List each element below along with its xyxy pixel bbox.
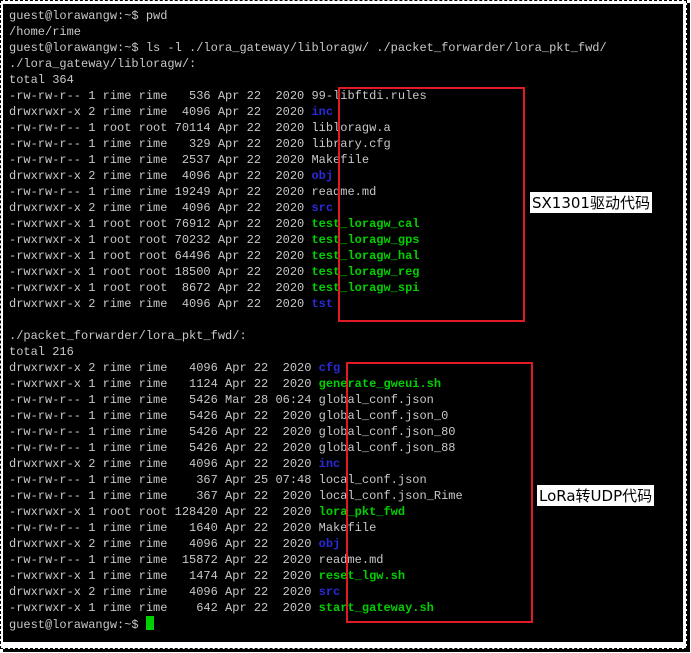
- file-meta: -rw-rw-r-- 1 rime rime 329 Apr 22 2020: [9, 137, 312, 151]
- directory-name: src: [318, 585, 341, 599]
- terminal-line: total 216: [9, 344, 74, 360]
- listing-row: drwxrwxr-x 2 rime rime 4096 Apr 22 2020 …: [9, 456, 340, 472]
- line-text: guest@lorawangw:~$ pwd: [9, 9, 168, 23]
- listing-row: drwxrwxr-x 2 rime rime 4096 Apr 22 2020 …: [9, 200, 333, 216]
- file-meta: -rwxrwxr-x 1 root root 18500 Apr 22 2020: [9, 265, 312, 279]
- libloragw-annotation-label: SX1301驱动代码: [530, 192, 652, 213]
- file-meta: -rw-rw-r-- 1 root root 70114 Apr 22 2020: [9, 121, 312, 135]
- file-meta: -rw-rw-r-- 1 rime rime 5426 Mar 28 06:24: [9, 393, 319, 407]
- directory-name: obj: [318, 537, 341, 551]
- terminal-line: guest@lorawangw:~$ ls -l ./lora_gateway/…: [9, 40, 607, 56]
- listing-row: drwxrwxr-x 2 rime rime 4096 Apr 22 2020 …: [9, 584, 340, 600]
- line-text: /home/rime: [9, 25, 82, 39]
- terminal-line: ./lora_gateway/libloragw/:: [9, 56, 196, 72]
- file-meta: -rwxrwxr-x 1 root root 8672 Apr 22 2020: [9, 281, 312, 295]
- listing-row: drwxrwxr-x 2 rime rime 4096 Apr 22 2020 …: [9, 168, 333, 184]
- pkt-fwd-annotation-box: [346, 362, 533, 623]
- terminal-line: guest@lorawangw:~$ pwd: [9, 8, 167, 24]
- file-meta: -rw-rw-r-- 1 rime rime 2537 Apr 22 2020: [9, 153, 312, 167]
- file-meta: -rwxrwxr-x 1 root root 70232 Apr 22 2020: [9, 233, 312, 247]
- screenshot-frame: guest@lorawangw:~$ pwd/home/rime guest@lo…: [0, 0, 687, 649]
- line-text: guest@lorawangw:~$ ls -l ./lora_gateway/…: [9, 41, 607, 55]
- file-meta: -rwxrwxr-x 1 rime rime 1474 Apr 22 2020: [9, 569, 319, 583]
- listing-row: -rw-rw-r-- 1 rime rime 15872 Apr 22 2020…: [9, 552, 383, 568]
- listing-row: drwxrwxr-x 2 rime rime 4096 Apr 22 2020 …: [9, 104, 333, 120]
- directory-name: obj: [311, 169, 334, 183]
- file-meta: drwxrwxr-x 2 rime rime 4096 Apr 22 2020: [9, 297, 312, 311]
- directory-name: inc: [318, 457, 341, 471]
- listing-row: -rw-rw-r-- 1 rime rime 1640 Apr 22 2020 …: [9, 520, 376, 536]
- line-text: total 216: [9, 345, 74, 359]
- file-meta: -rw-rw-r-- 1 rime rime 19249 Apr 22 2020: [9, 185, 312, 199]
- listing-row: drwxrwxr-x 2 rime rime 4096 Apr 22 2020 …: [9, 296, 333, 312]
- file-meta: drwxrwxr-x 2 rime rime 4096 Apr 22 2020: [9, 585, 319, 599]
- file-meta: -rw-rw-r-- 1 rime rime 1640 Apr 22 2020: [9, 521, 319, 535]
- file-meta: -rw-rw-r-- 1 rime rime 367 Apr 25 07:48: [9, 473, 319, 487]
- directory-name: inc: [311, 105, 334, 119]
- file-meta: drwxrwxr-x 2 rime rime 4096 Apr 22 2020: [9, 105, 312, 119]
- line-text: ./packet_forwarder/lora_pkt_fwd/:: [9, 329, 247, 343]
- file-meta: -rwxrwxr-x 1 root root 64496 Apr 22 2020: [9, 249, 312, 263]
- listing-row: -rw-rw-r-- 1 rime rime 329 Apr 22 2020 l…: [9, 136, 391, 152]
- terminal-line: total 364: [9, 72, 74, 88]
- file-meta: -rw-rw-r-- 1 rime rime 367 Apr 22 2020: [9, 489, 319, 503]
- file-meta: -rw-rw-r-- 1 rime rime 15872 Apr 22 2020: [9, 553, 319, 567]
- file-meta: -rw-rw-r-- 1 rime rime 5426 Apr 22 2020: [9, 409, 319, 423]
- line-text: ./lora_gateway/libloragw/:: [9, 57, 197, 71]
- line-text: guest@lorawangw:~$: [9, 618, 146, 632]
- prompt-line: guest@lorawangw:~$: [9, 616, 154, 632]
- listing-row: -rw-rw-r-- 1 rime rime 2537 Apr 22 2020 …: [9, 152, 369, 168]
- directory-name: cfg: [318, 361, 341, 375]
- listing-row: drwxrwxr-x 2 rime rime 4096 Apr 22 2020 …: [9, 360, 340, 376]
- pkt-fwd-annotation-label: LoRa转UDP代码: [537, 485, 655, 506]
- file-meta: -rwxrwxr-x 1 root root 128420 Apr 22 202…: [9, 505, 319, 519]
- file-meta: drwxrwxr-x 2 rime rime 4096 Apr 22 2020: [9, 361, 319, 375]
- terminal-line: /home/rime: [9, 24, 81, 40]
- file-meta: -rw-rw-r-- 1 rime rime 5426 Apr 22 2020: [9, 425, 319, 439]
- terminal-line: ./packet_forwarder/lora_pkt_fwd/:: [9, 328, 247, 344]
- listing-row: -rw-rw-r-- 1 root root 70114 Apr 22 2020…: [9, 120, 391, 136]
- file-meta: -rwxrwxr-x 1 rime rime 1124 Apr 22 2020: [9, 377, 319, 391]
- listing-row: drwxrwxr-x 2 rime rime 4096 Apr 22 2020 …: [9, 536, 340, 552]
- text-cursor: [145, 616, 154, 630]
- file-meta: drwxrwxr-x 2 rime rime 4096 Apr 22 2020: [9, 169, 312, 183]
- file-meta: drwxrwxr-x 2 rime rime 4096 Apr 22 2020: [9, 537, 319, 551]
- listing-row: -rw-rw-r-- 1 rime rime 19249 Apr 22 2020…: [9, 184, 376, 200]
- directory-name: src: [311, 201, 334, 215]
- file-meta: -rw-rw-r-- 1 rime rime 536 Apr 22 2020: [9, 89, 312, 103]
- file-meta: drwxrwxr-x 2 rime rime 4096 Apr 22 2020: [9, 457, 319, 471]
- directory-name: tst: [311, 297, 334, 311]
- file-meta: drwxrwxr-x 2 rime rime 4096 Apr 22 2020: [9, 201, 312, 215]
- file-meta: -rwxrwxr-x 1 rime rime 642 Apr 22 2020: [9, 601, 319, 615]
- file-meta: -rwxrwxr-x 1 root root 76912 Apr 22 2020: [9, 217, 312, 231]
- libloragw-annotation-box: [338, 87, 525, 322]
- file-meta: -rw-rw-r-- 1 rime rime 5426 Apr 22 2020: [9, 441, 319, 455]
- line-text: total 364: [9, 73, 74, 87]
